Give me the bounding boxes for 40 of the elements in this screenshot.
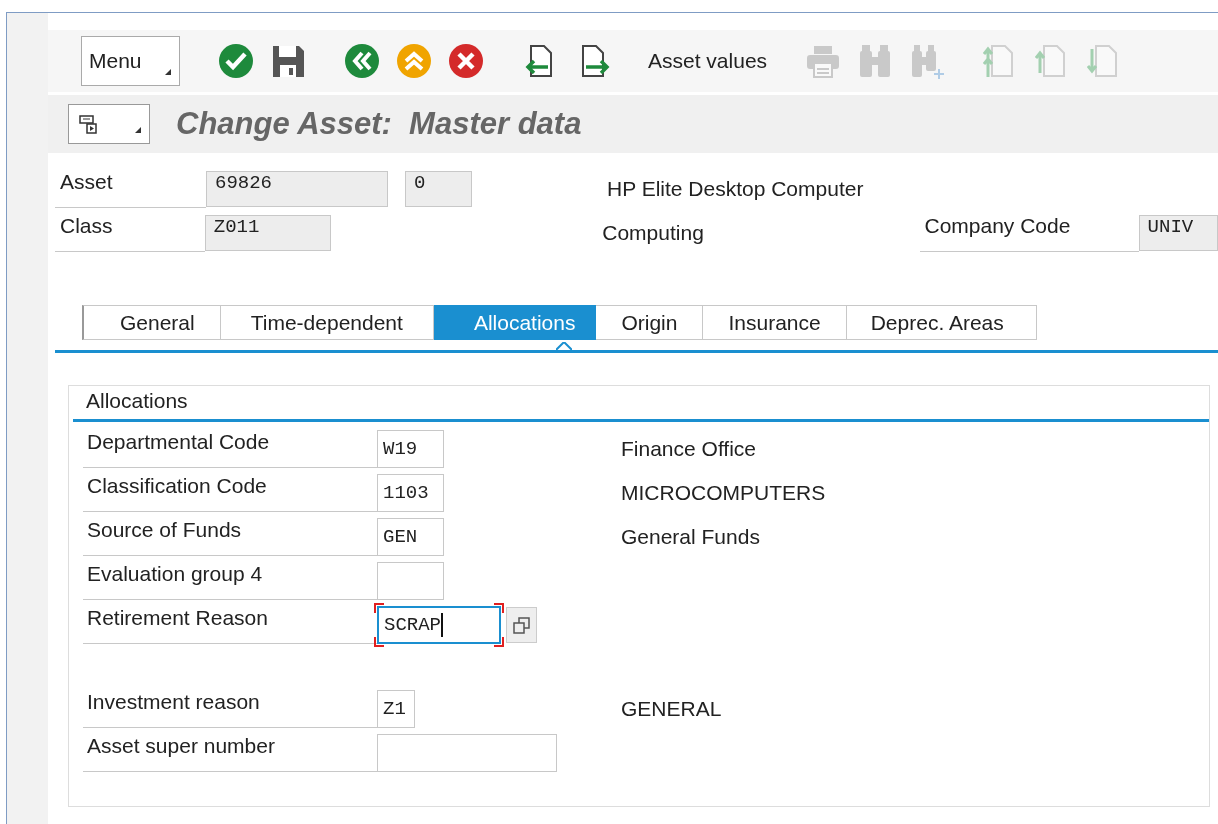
input-field[interactable]: GEN (377, 518, 444, 556)
field-description: GENERAL (621, 697, 722, 721)
menu-button[interactable]: Menu (81, 36, 180, 86)
field-description: HP Elite Desktop Computer (607, 177, 865, 201)
layout-menu-button[interactable] (68, 104, 150, 144)
asset-values-button[interactable]: Asset values (648, 49, 768, 73)
field-label: Company Code (920, 214, 1139, 252)
exit-icon[interactable] (396, 43, 432, 79)
tab[interactable]: Insurance (703, 305, 847, 340)
field-description: Finance Office (621, 437, 756, 461)
tab[interactable]: Time-dependent (220, 305, 434, 340)
back-icon[interactable] (344, 43, 380, 79)
cancel-icon[interactable] (448, 43, 484, 79)
tab[interactable]: Origin (596, 305, 704, 340)
field-description: Computing (602, 221, 705, 245)
value-help-button[interactable] (506, 607, 537, 643)
copy-icon (513, 616, 530, 634)
input-field[interactable]: 69826 (206, 171, 388, 207)
tab[interactable]: General (82, 305, 221, 340)
input-field[interactable]: 1103 (377, 474, 444, 512)
caret-icon (165, 69, 171, 75)
tab[interactable]: Deprec. Areas (846, 305, 1037, 340)
screen-title: Change Asset: Master data (176, 106, 582, 142)
field-description: MICROCOMPUTERS (621, 481, 826, 505)
input-field[interactable] (377, 734, 557, 772)
field-description: General Funds (621, 525, 760, 549)
layout-icon (79, 114, 97, 134)
input-field[interactable]: 0 (405, 171, 472, 207)
input-field[interactable]: W19 (377, 430, 444, 468)
input-field[interactable]: UNIV (1138, 215, 1218, 251)
input-field[interactable]: Z011 (204, 215, 331, 251)
field-label: Class (55, 214, 205, 252)
caret-icon (135, 127, 141, 133)
save-icon[interactable] (270, 43, 306, 79)
input-field[interactable]: Z1 (377, 690, 415, 728)
tab[interactable]: Allocations (433, 305, 597, 340)
group-title: Allocations (73, 386, 1209, 422)
input-field[interactable] (377, 562, 444, 600)
check-icon[interactable] (218, 43, 254, 79)
input-field[interactable]: SCRAP (377, 606, 501, 644)
